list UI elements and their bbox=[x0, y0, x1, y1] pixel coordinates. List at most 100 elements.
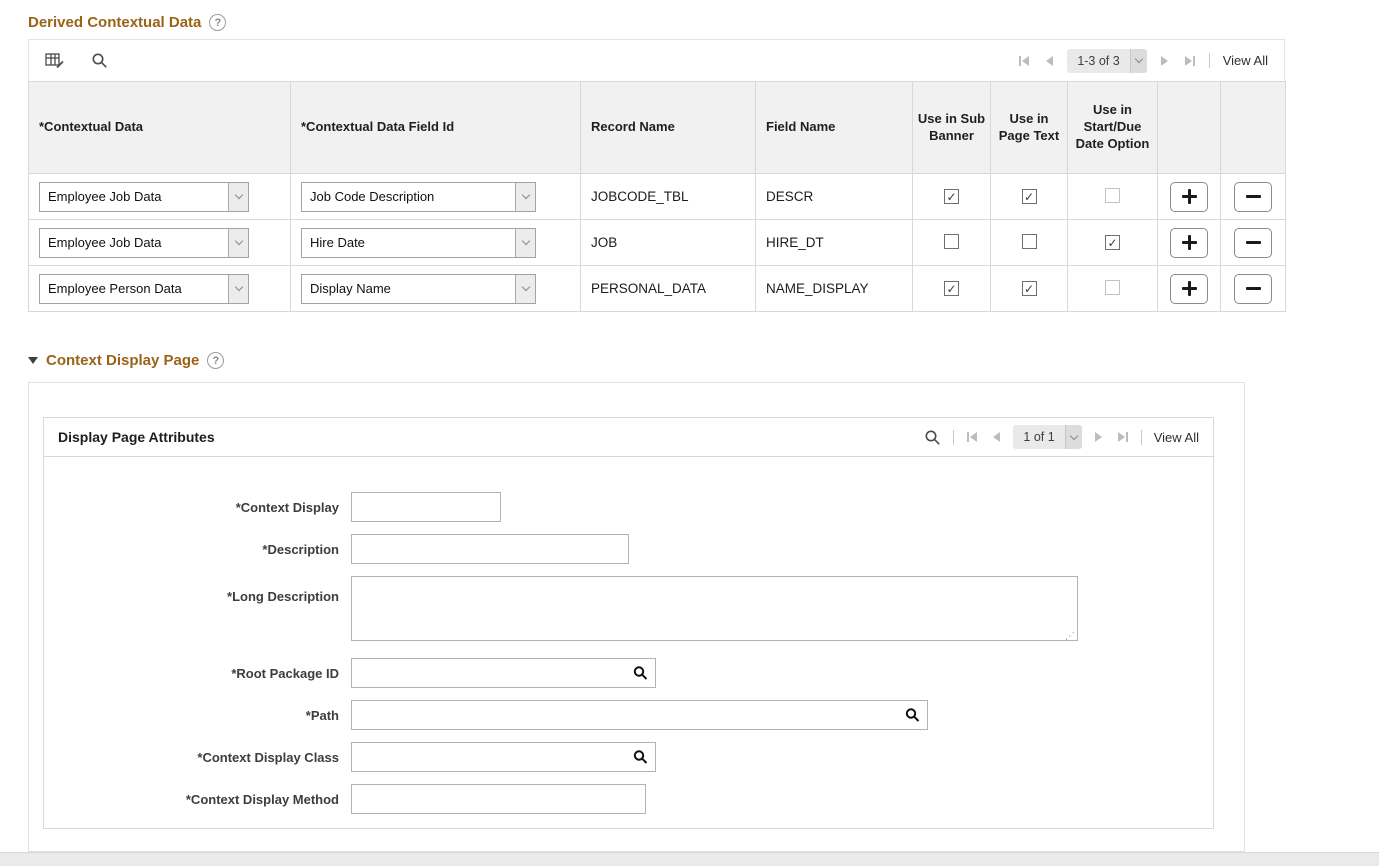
context-display-page-section: Display Page Attributes 1 of 1 View All … bbox=[28, 382, 1245, 852]
table-row: Employee Person Data Display Name PERSON… bbox=[28, 265, 1286, 312]
col-use-in-sub-banner: Use in Sub Banner bbox=[912, 81, 991, 174]
long-description-label: *Long Description bbox=[227, 589, 339, 604]
chevron-down-icon bbox=[1064, 425, 1082, 449]
add-row-button[interactable] bbox=[1170, 273, 1208, 304]
long-description-textarea[interactable] bbox=[351, 576, 1078, 641]
contextual-data-select[interactable]: Employee Person Data bbox=[39, 273, 249, 304]
context-display-label: *Context Display bbox=[235, 499, 339, 515]
description-input[interactable] bbox=[351, 534, 629, 564]
page-text-checkbox[interactable] bbox=[1021, 281, 1037, 297]
sub-banner-checkbox[interactable] bbox=[944, 281, 959, 297]
row-range-dropdown[interactable]: 1-3 of 3 bbox=[1067, 48, 1147, 73]
minus-icon bbox=[1245, 241, 1261, 244]
root-package-id-label: *Root Package ID bbox=[231, 665, 339, 681]
divider bbox=[1208, 53, 1210, 68]
chevron-down-icon bbox=[228, 274, 248, 303]
chevron-down-icon bbox=[515, 182, 535, 211]
search-icon[interactable] bbox=[924, 429, 941, 446]
root-package-id-input[interactable] bbox=[351, 658, 656, 688]
groupbox-title: Display Page Attributes bbox=[58, 429, 215, 445]
collapse-icon[interactable] bbox=[28, 357, 38, 364]
grid-pagination: 1-3 of 3 View All bbox=[1018, 48, 1268, 73]
page-text-checkbox[interactable] bbox=[1021, 233, 1037, 249]
view-all-link[interactable]: View All bbox=[1223, 53, 1268, 68]
plus-icon bbox=[1181, 235, 1197, 250]
last-page-icon[interactable] bbox=[1116, 431, 1129, 443]
chevron-down-icon bbox=[228, 182, 248, 211]
context-display-input[interactable] bbox=[351, 492, 501, 522]
chevron-down-icon bbox=[228, 228, 248, 257]
row-range-dropdown[interactable]: 1 of 1 bbox=[1013, 425, 1082, 449]
contextual-data-select[interactable]: Employee Job Data bbox=[39, 227, 249, 258]
field-name-cell: HIRE_DT bbox=[755, 219, 913, 266]
context-display-method-label: *Context Display Method bbox=[185, 791, 339, 807]
search-icon[interactable] bbox=[91, 52, 108, 69]
start-due-checkbox[interactable] bbox=[1105, 279, 1120, 295]
delete-row-button[interactable] bbox=[1234, 273, 1272, 304]
add-row-button[interactable] bbox=[1170, 181, 1208, 212]
sub-banner-checkbox[interactable] bbox=[944, 233, 959, 249]
table-row: Employee Job Data Hire Date JOB HIRE_DT bbox=[28, 219, 1286, 266]
view-all-link[interactable]: View All bbox=[1154, 430, 1199, 445]
record-name-cell: JOBCODE_TBL bbox=[580, 173, 756, 220]
start-due-checkbox[interactable] bbox=[1105, 187, 1120, 203]
previous-page-icon[interactable] bbox=[991, 431, 1001, 443]
field-id-select[interactable]: Display Name bbox=[301, 273, 536, 304]
delete-row-button[interactable] bbox=[1234, 181, 1272, 212]
divider bbox=[953, 429, 955, 445]
context-display-class-input[interactable] bbox=[351, 742, 656, 772]
personalize-grid-icon[interactable] bbox=[45, 52, 65, 69]
chevron-down-icon bbox=[515, 274, 535, 303]
record-name-cell: PERSONAL_DATA bbox=[580, 265, 756, 312]
minus-icon bbox=[1245, 195, 1261, 198]
context-display-class-lookup-icon[interactable] bbox=[633, 750, 648, 765]
description-label: *Description bbox=[262, 541, 339, 557]
page: Derived Contextual Data 1-3 of 3 bbox=[0, 0, 1379, 852]
contextual-data-select[interactable]: Employee Job Data bbox=[39, 181, 249, 212]
col-delete bbox=[1220, 81, 1286, 174]
col-add bbox=[1157, 81, 1221, 174]
attributes-pagination: 1 of 1 View All bbox=[924, 425, 1199, 449]
sub-banner-checkbox[interactable] bbox=[944, 189, 959, 205]
page-title: Derived Contextual Data bbox=[28, 14, 202, 31]
derived-contextual-data-grid: 1-3 of 3 View All *Contextual Data *Cont… bbox=[28, 39, 1286, 312]
path-lookup-icon[interactable] bbox=[905, 708, 920, 723]
table-header-row: *Contextual Data *Contextual Data Field … bbox=[28, 81, 1286, 174]
start-due-checkbox[interactable] bbox=[1105, 235, 1120, 251]
section-title[interactable]: Context Display Page bbox=[46, 352, 199, 369]
attributes-form: *Context Display *Description *Long Desc… bbox=[44, 457, 1213, 828]
path-label: *Path bbox=[305, 707, 339, 723]
next-page-icon[interactable] bbox=[1094, 431, 1104, 443]
table-row: Employee Job Data Job Code Description J… bbox=[28, 173, 1286, 220]
col-field-name: Field Name bbox=[755, 81, 913, 174]
page-text-checkbox[interactable] bbox=[1021, 189, 1037, 205]
display-page-attributes-box: Display Page Attributes 1 of 1 View All … bbox=[43, 417, 1214, 829]
previous-page-icon[interactable] bbox=[1044, 55, 1054, 67]
col-record-name: Record Name bbox=[580, 81, 756, 174]
field-id-select[interactable]: Job Code Description bbox=[301, 181, 536, 212]
first-page-icon[interactable] bbox=[1018, 55, 1031, 67]
context-display-method-input[interactable] bbox=[351, 784, 646, 814]
record-name-cell: JOB bbox=[580, 219, 756, 266]
last-page-icon[interactable] bbox=[1183, 55, 1196, 67]
first-page-icon[interactable] bbox=[966, 431, 979, 443]
col-contextual-data-field-id: *Contextual Data Field Id bbox=[290, 81, 581, 174]
next-page-icon[interactable] bbox=[1160, 55, 1170, 67]
display-page-attributes-header: Display Page Attributes 1 of 1 View All bbox=[44, 418, 1213, 457]
root-package-id-lookup-icon[interactable] bbox=[633, 666, 648, 681]
delete-row-button[interactable] bbox=[1234, 227, 1272, 258]
col-contextual-data: *Contextual Data bbox=[28, 81, 291, 174]
col-use-in-start-due-date-option: Use in Start/Due Date Option bbox=[1067, 81, 1158, 174]
contextual-data-table: *Contextual Data *Contextual Data Field … bbox=[28, 81, 1286, 312]
field-name-cell: NAME_DISPLAY bbox=[755, 265, 913, 312]
chevron-down-icon bbox=[1129, 48, 1147, 73]
plus-icon bbox=[1181, 281, 1197, 296]
field-name-cell: DESCR bbox=[755, 173, 913, 220]
path-input[interactable] bbox=[351, 700, 928, 730]
field-id-select[interactable]: Hire Date bbox=[301, 227, 536, 258]
plus-icon bbox=[1181, 189, 1197, 204]
help-icon[interactable] bbox=[207, 352, 225, 369]
context-display-class-label: *Context Display Class bbox=[197, 749, 339, 765]
add-row-button[interactable] bbox=[1170, 227, 1208, 258]
help-icon[interactable] bbox=[209, 14, 227, 31]
